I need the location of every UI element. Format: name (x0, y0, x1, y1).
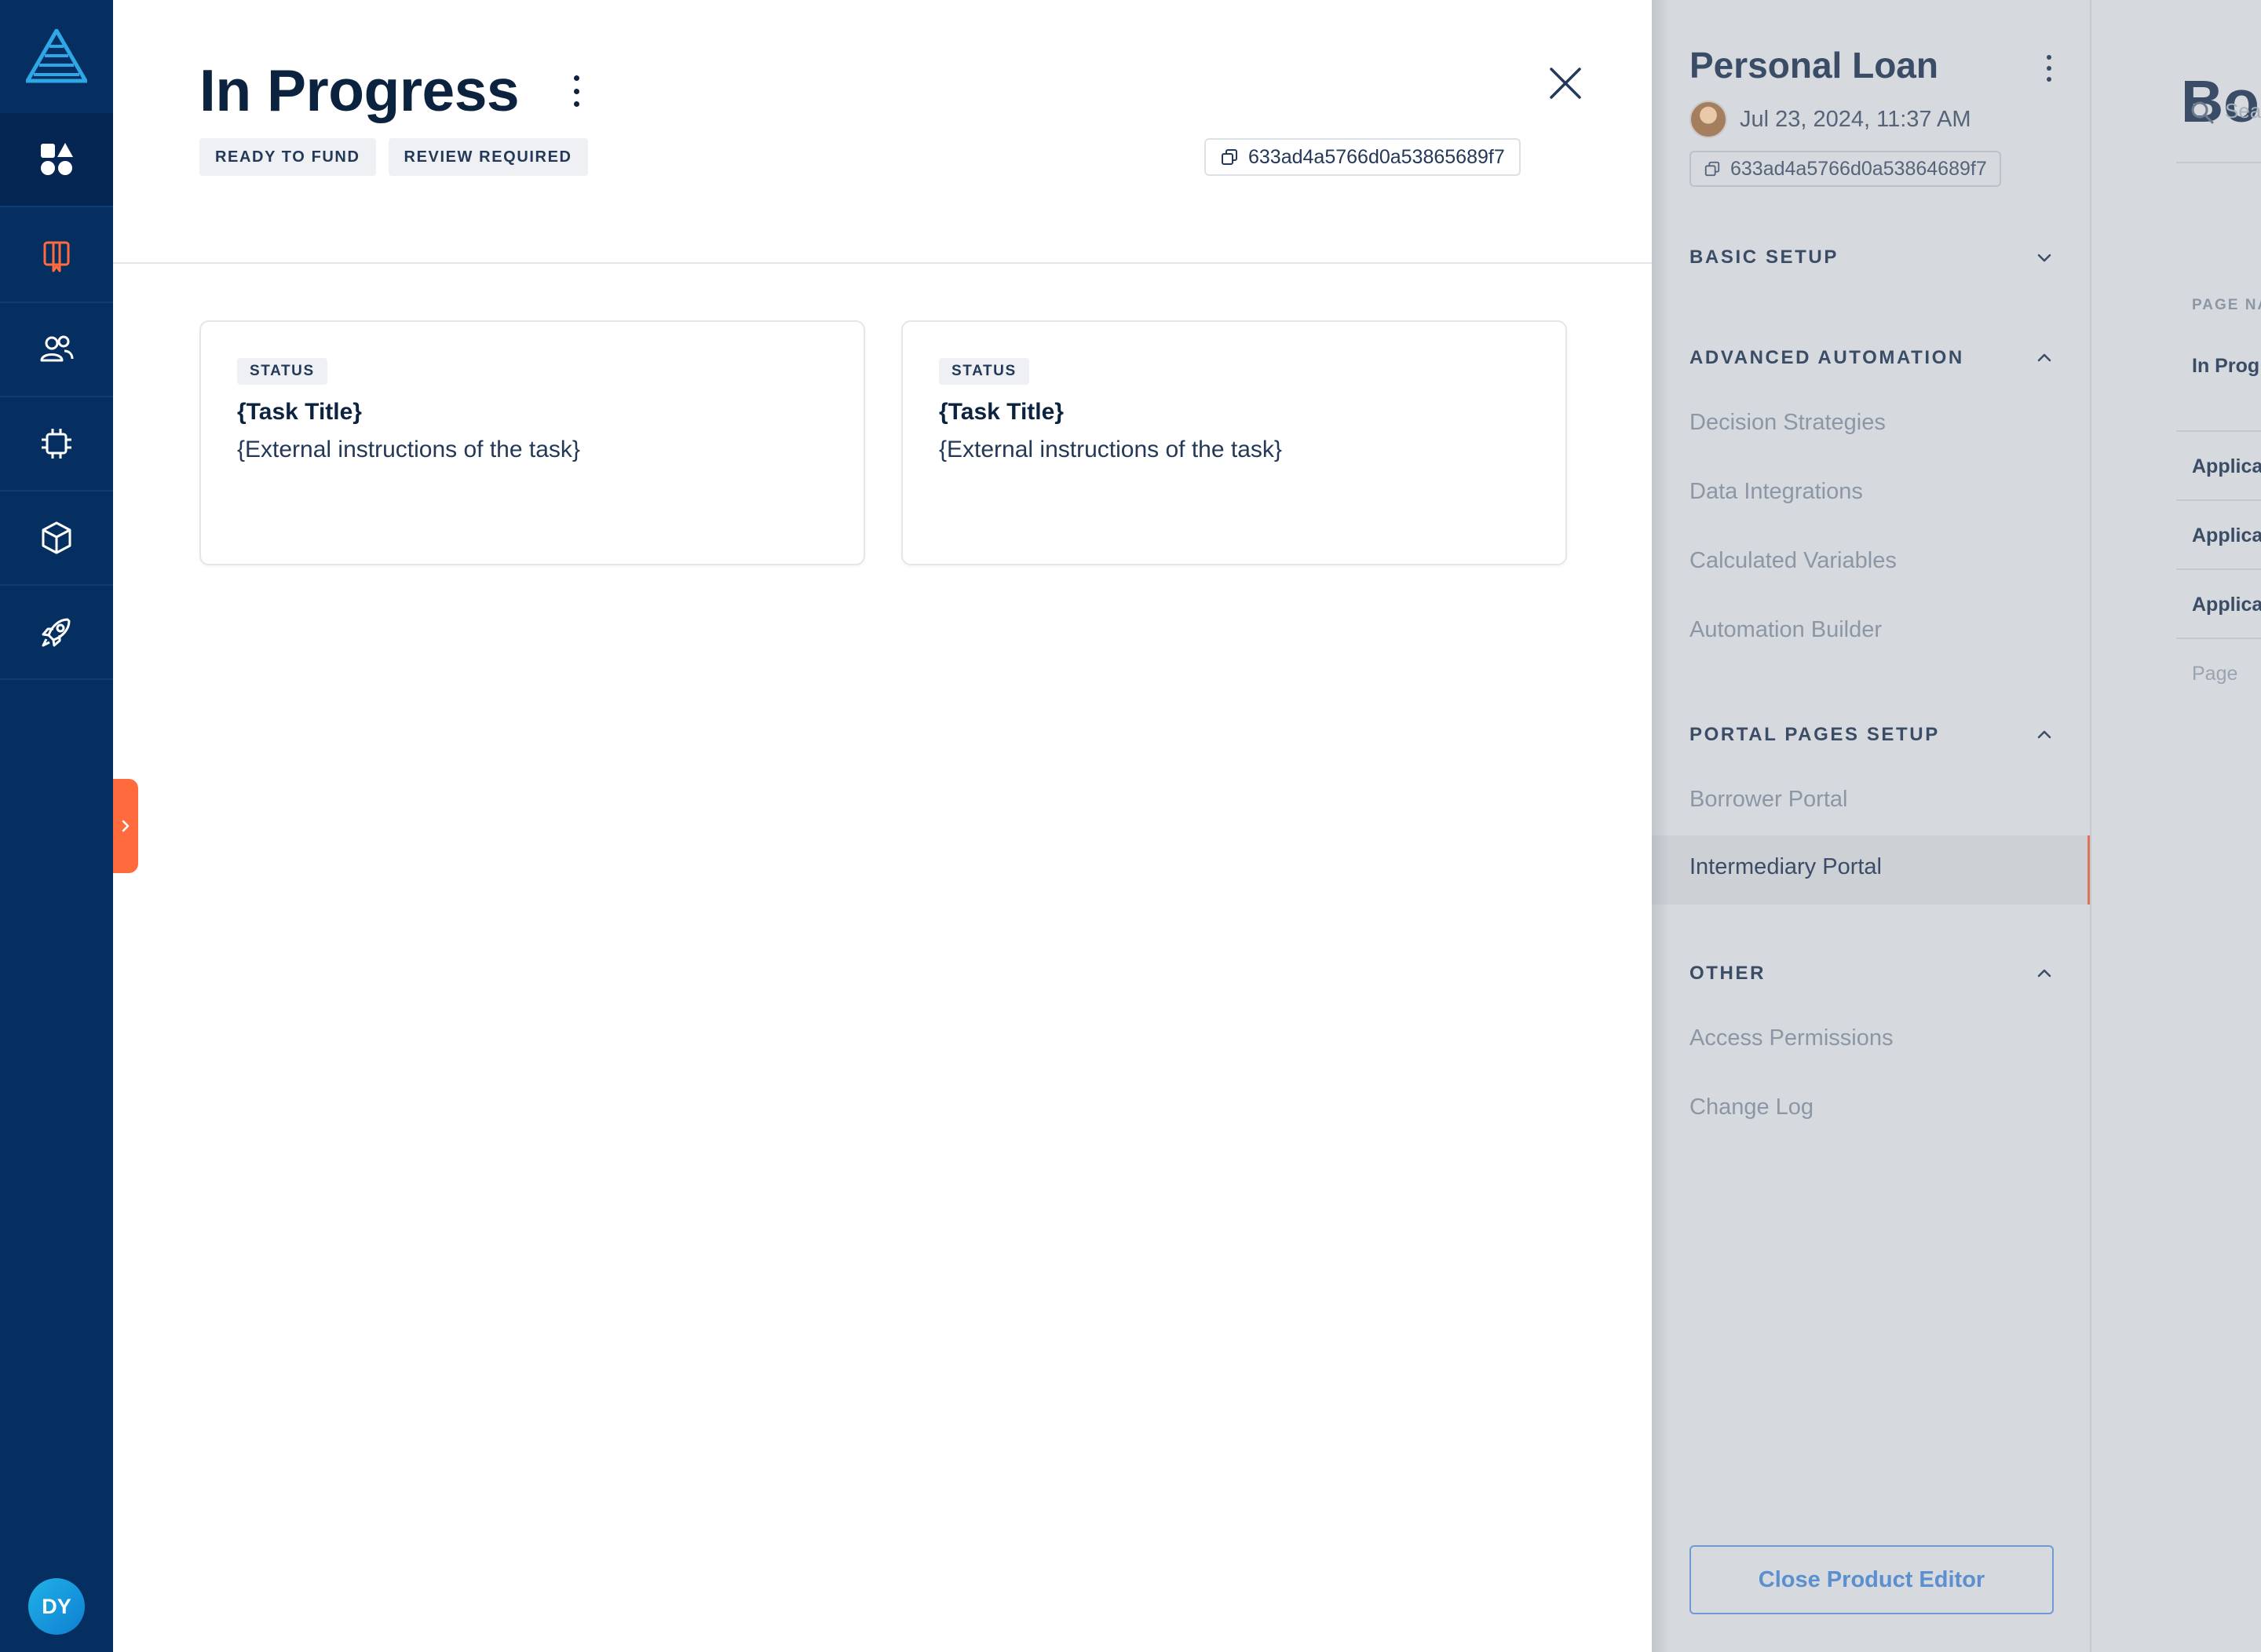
chevron-up-icon (2037, 969, 2051, 978)
background-board: Bo Sea PAGE NA In Prog Applica Applica A… (2090, 0, 2261, 1652)
chevron-up-icon (2037, 353, 2051, 362)
nav-launch[interactable] (0, 586, 113, 680)
nav-apps[interactable] (0, 113, 113, 207)
page-title: In Progress (199, 57, 520, 123)
board-divider (2176, 430, 2261, 432)
status-detail-panel: In Progress READY TO FUND REVIEW REQUIRE… (113, 0, 1652, 1652)
nav-automation-builder[interactable]: Automation Builder (1689, 617, 1882, 643)
cube-icon (42, 521, 71, 554)
board-divider (2176, 638, 2261, 639)
product-editor-sidebar: Personal Loan Jul 23, 2024, 11:37 AM 633… (1652, 0, 2090, 1652)
badge-review-required: REVIEW REQUIRED (388, 138, 588, 176)
board-row[interactable]: Applica (2192, 594, 2261, 616)
product-date: Jul 23, 2024, 11:37 AM (1740, 106, 1971, 132)
section-advanced-automation[interactable]: ADVANCED AUTOMATION (1689, 342, 2054, 374)
board-column-header: PAGE NA (2192, 297, 2261, 313)
task-status-badge: STATUS (939, 358, 1029, 385)
task-description: {External instructions of the task} (237, 437, 580, 462)
nav-decision-strategies[interactable]: Decision Strategies (1689, 410, 1886, 436)
product-id: 633ad4a5766d0a53864689f7 (1730, 157, 1987, 180)
task-title: {Task Title} (237, 399, 362, 425)
book-icon (43, 241, 70, 272)
nav-intermediary-portal[interactable]: Intermediary Portal (1652, 835, 2090, 905)
expand-panel-toggle[interactable] (113, 779, 138, 873)
board-divider (2176, 162, 2261, 163)
header-divider (113, 262, 1652, 264)
task-title: {Task Title} (939, 399, 1064, 425)
nav-access-permissions[interactable]: Access Permissions (1689, 1025, 1893, 1051)
nav-borrower-portal[interactable]: Borrower Portal (1689, 787, 1847, 813)
product-more-menu-icon[interactable] (2041, 55, 2057, 82)
author-avatar (1689, 101, 1727, 138)
board-search-placeholder[interactable]: Sea (2225, 99, 2261, 123)
users-icon (40, 335, 74, 362)
status-badges: READY TO FUND REVIEW REQUIRED (199, 138, 588, 176)
product-id-chip[interactable]: 633ad4a5766d0a53864689f7 (1689, 151, 2001, 187)
left-nav-rail: DY (0, 0, 113, 1652)
nav-products[interactable] (0, 209, 113, 303)
chevron-down-icon (2037, 254, 2051, 262)
section-basic-setup[interactable]: BASIC SETUP (1689, 242, 2054, 273)
rocket-icon (42, 618, 71, 647)
board-divider (2176, 568, 2261, 570)
board-row[interactable]: Applica (2192, 455, 2261, 478)
nav-packages[interactable] (0, 492, 113, 586)
apps-shapes-icon (41, 143, 73, 175)
close-product-editor-button[interactable]: Close Product Editor (1689, 1545, 2054, 1614)
board-divider (2176, 499, 2261, 501)
product-title: Personal Loan (1689, 45, 1938, 86)
board-footer-text: Page (2192, 663, 2238, 685)
section-label: OTHER (1689, 963, 1766, 984)
search-icon (2191, 101, 2214, 124)
badge-ready-to-fund: READY TO FUND (199, 138, 376, 176)
editor-edge-shadow (1652, 0, 1671, 1652)
board-row[interactable]: Applica (2192, 524, 2261, 547)
board-row[interactable]: In Prog (2192, 355, 2259, 378)
task-card[interactable]: STATUS {Task Title} {External instructio… (901, 320, 1567, 565)
section-label: BASIC SETUP (1689, 247, 1839, 268)
section-portal-pages-setup[interactable]: PORTAL PAGES SETUP (1689, 719, 2054, 751)
section-other[interactable]: OTHER (1689, 958, 2054, 989)
task-card[interactable]: STATUS {Task Title} {External instructio… (199, 320, 865, 565)
logo-icon (26, 29, 87, 83)
chip-icon (42, 429, 71, 459)
nav-data-integrations[interactable]: Data Integrations (1689, 479, 1863, 505)
product-meta: Jul 23, 2024, 11:37 AM (1689, 101, 1971, 138)
nav-users[interactable] (0, 303, 113, 397)
section-label: PORTAL PAGES SETUP (1689, 724, 1940, 745)
nav-change-log[interactable]: Change Log (1689, 1095, 1814, 1120)
task-status-badge: STATUS (237, 358, 327, 385)
chevron-up-icon (2037, 730, 2051, 739)
nav-item-label: Intermediary Portal (1689, 854, 1882, 879)
copy-icon (1704, 161, 1720, 177)
close-icon[interactable] (1547, 64, 1584, 102)
record-id: 633ad4a5766d0a53865689f7 (1248, 145, 1505, 168)
copy-icon (1222, 149, 1237, 165)
user-avatar[interactable]: DY (28, 1578, 85, 1635)
nav-processing[interactable] (0, 397, 113, 492)
copy-id-chip[interactable]: 633ad4a5766d0a53865689f7 (1204, 138, 1521, 176)
section-label: ADVANCED AUTOMATION (1689, 347, 1964, 368)
chevron-right-icon (122, 820, 130, 832)
nav-calculated-variables[interactable]: Calculated Variables (1689, 548, 1897, 574)
app-logo[interactable] (0, 0, 113, 113)
task-description: {External instructions of the task} (939, 437, 1282, 462)
title-more-menu-icon[interactable] (567, 75, 586, 107)
